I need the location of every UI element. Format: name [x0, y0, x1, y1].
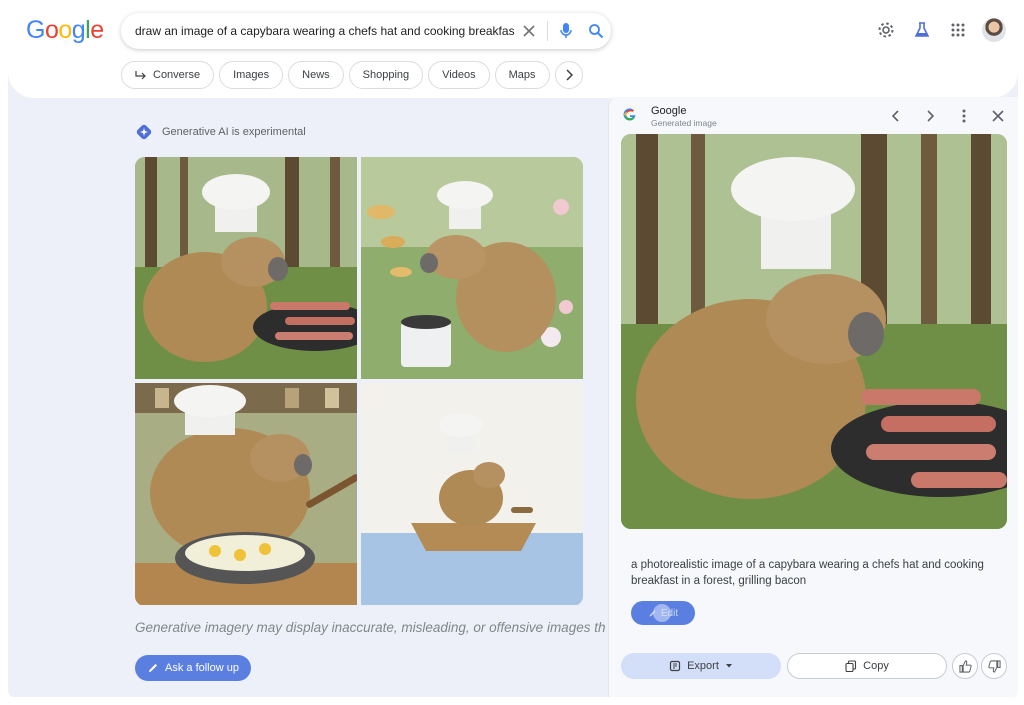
chip-label: Converse — [153, 69, 201, 81]
thumbs-down-icon[interactable] — [981, 653, 1007, 679]
generated-image-1[interactable] — [135, 157, 377, 379]
search-divider — [547, 21, 548, 41]
chip-label: Videos — [442, 69, 476, 81]
google-g-icon — [623, 108, 637, 125]
image-detail-panel: Google Generated image a photorealistic … — [608, 97, 1018, 697]
chevron-right-icon — [565, 69, 573, 81]
generated-image-4[interactable] — [361, 383, 583, 605]
close-icon[interactable] — [985, 105, 1011, 127]
thumbs-up-icon[interactable] — [952, 653, 978, 679]
chevron-right-icon[interactable] — [917, 105, 943, 127]
chevron-down-icon — [725, 664, 732, 668]
more-vert-icon[interactable] — [951, 105, 977, 127]
panel-source-subtitle: Generated image — [651, 118, 717, 128]
genai-label: Generative AI is experimental — [162, 126, 306, 138]
close-icon[interactable] — [514, 16, 544, 46]
labs-flask-icon[interactable] — [910, 18, 934, 42]
panel-nav — [883, 105, 1011, 127]
chip-label: News — [302, 69, 330, 81]
pencil-icon — [149, 664, 157, 672]
search-icon[interactable] — [581, 16, 611, 46]
chip-videos[interactable]: Videos — [428, 61, 490, 89]
sparkle-icon — [136, 124, 152, 140]
logo-letter: g — [71, 16, 86, 44]
apps-grid-icon[interactable] — [946, 18, 970, 42]
account-icons — [874, 18, 1006, 42]
chip-label: Shopping — [362, 69, 410, 81]
logo-letter: e — [90, 16, 104, 44]
generated-image-grid — [135, 157, 583, 606]
search-box[interactable]: draw an image of a capybara wearing a ch… — [121, 13, 611, 49]
converse-arrow-icon — [135, 71, 146, 80]
chevron-left-icon[interactable] — [883, 105, 909, 127]
chip-news[interactable]: News — [288, 61, 344, 89]
settings-icon[interactable] — [874, 18, 898, 42]
search-input[interactable]: draw an image of a capybara wearing a ch… — [135, 24, 514, 38]
panel-source-title[interactable]: Google — [651, 105, 686, 117]
google-logo[interactable]: Google — [26, 16, 104, 45]
edit-button[interactable]: Edit — [631, 601, 695, 625]
copy-button[interactable]: Copy — [787, 653, 947, 679]
ask-follow-up-button[interactable]: Ask a follow up — [135, 655, 251, 681]
pointer-highlight — [653, 604, 671, 622]
selected-generated-image[interactable] — [621, 134, 1007, 529]
chip-label: Images — [233, 69, 270, 81]
filter-chips: Converse Images News Shopping Videos Map… — [121, 61, 583, 89]
mic-icon[interactable] — [551, 16, 581, 46]
page-frame: Google draw an image of a capybara weari… — [8, 0, 1018, 697]
top-bar: Google draw an image of a capybara weari… — [8, 0, 1018, 98]
copy-label: Copy — [863, 660, 889, 672]
disclaimer-text: Generative imagery may display inaccurat… — [135, 620, 605, 635]
logo-letter: o — [44, 16, 59, 44]
chip-images[interactable]: Images — [219, 61, 284, 89]
logo-letter: G — [26, 16, 45, 44]
chip-converse[interactable]: Converse — [121, 61, 215, 89]
export-label: Export — [687, 660, 719, 672]
logo-letter: o — [58, 16, 72, 44]
chip-maps[interactable]: Maps — [494, 61, 550, 89]
copy-icon — [845, 660, 857, 672]
export-icon — [669, 660, 681, 672]
export-button[interactable]: Export — [621, 653, 781, 679]
image-caption: a photorealistic image of a capybara wea… — [631, 559, 984, 587]
chip-shopping[interactable]: Shopping — [348, 61, 424, 89]
generated-image-2[interactable] — [361, 157, 583, 379]
chip-label: Maps — [508, 69, 536, 81]
follow-up-label: Ask a follow up — [165, 662, 239, 674]
genai-notice: Generative AI is experimental — [135, 123, 306, 141]
chip-more[interactable] — [554, 61, 583, 89]
generated-image-3[interactable] — [135, 383, 360, 605]
avatar[interactable] — [982, 18, 1006, 42]
